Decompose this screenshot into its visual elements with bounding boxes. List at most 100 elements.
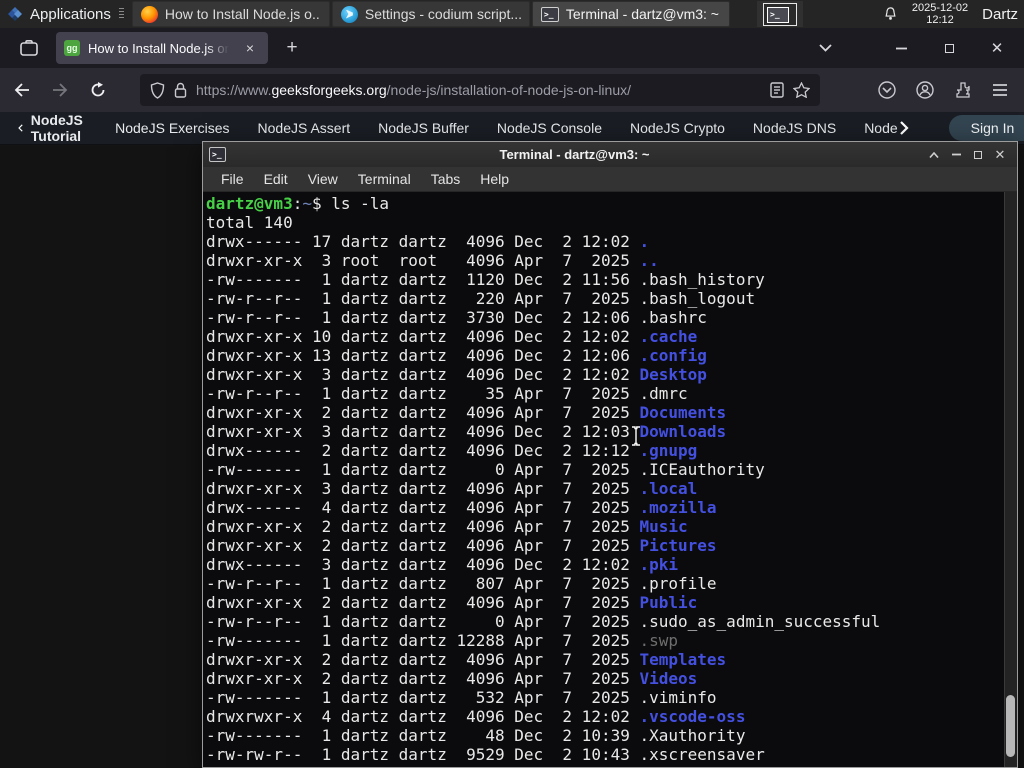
firefox-view-icon[interactable] <box>14 33 44 63</box>
terminal-menu-file[interactable]: File <box>211 169 254 189</box>
terminal-text: dartz@vm3:~$ ls -la total 140 drwx------ 1… <box>206 194 1003 764</box>
file-name: Documents <box>639 403 727 422</box>
mouse-cursor-ibeam <box>632 426 640 446</box>
terminal-menu-help[interactable]: Help <box>470 169 519 189</box>
panel-user-label[interactable]: Dartz <box>982 6 1020 23</box>
file-name: .. <box>639 251 659 270</box>
tab-title: How to Install Node.js on <box>88 40 232 56</box>
list-tabs-chevron-icon[interactable] <box>814 37 836 59</box>
nav-item-6[interactable]: NodeJS DNS <box>753 120 836 136</box>
terminal-output-line: drwx------ 17 dartz dartz 4096 Dec 2 12:… <box>206 232 650 251</box>
reader-mode-icon[interactable] <box>770 82 784 98</box>
browser-minimize-button[interactable] <box>890 37 912 59</box>
window-button-label: Settings - codium script... <box>364 6 521 22</box>
window-button-label: Terminal - dartz@vm3: ~ <box>565 6 719 22</box>
extensions-puzzle-icon[interactable] <box>954 81 972 99</box>
file-name: .bash_logout <box>639 289 756 308</box>
account-icon[interactable] <box>916 81 934 99</box>
file-name: .ICEauthority <box>639 460 765 479</box>
terminal-output-line: -rw------- 1 dartz dartz 532 Apr 7 2025 … <box>206 688 717 707</box>
terminal-output-line: -rw------- 1 dartz dartz 12288 Apr 7 202… <box>206 631 679 650</box>
file-name: .dmrc <box>639 384 688 403</box>
panel-clock[interactable]: 2025-12-02 12:12 <box>912 2 968 26</box>
panel-window-buttons: How to Install Node.js o... Settings - co… <box>130 1 730 27</box>
browser-tab[interactable]: gg How to Install Node.js on × <box>56 32 268 64</box>
terminal-menu-tabs[interactable]: Tabs <box>421 169 471 189</box>
nav-item-cut[interactable]: Node <box>864 120 909 136</box>
site-nav-items: NodeJS Exercises NodeJS Assert NodeJS Buff… <box>87 120 836 136</box>
browser-maximize-button[interactable] <box>938 37 960 59</box>
file-name: Pictures <box>639 536 717 555</box>
nav-item-4[interactable]: NodeJS Console <box>497 120 602 136</box>
panel-right-area: 2025-12-02 12:12 Dartz <box>883 2 1024 26</box>
hamburger-menu-icon[interactable] <box>992 83 1008 97</box>
terminal-output-line: -rw-r--r-- 1 dartz dartz 3730 Dec 2 12:0… <box>206 308 707 327</box>
file-name: .pki <box>639 555 679 574</box>
terminal-output-line: drwxr-xr-x 3 root root 4096 Apr 7 2025 .… <box>206 251 659 270</box>
terminal-maximize-button[interactable] <box>967 145 989 165</box>
terminal-window-icon: >_ <box>209 147 226 162</box>
terminal-output-line: drwxr-xr-x 3 dartz dartz 4096 Dec 2 12:0… <box>206 365 707 384</box>
tab-close-icon[interactable]: × <box>240 38 260 58</box>
terminal-output-line: -rw------- 1 dartz dartz 48 Dec 2 10:39 … <box>206 726 746 745</box>
panel-grip <box>118 8 124 20</box>
terminal-output-line: -rw-r--r-- 1 dartz dartz 807 Apr 7 2025 … <box>206 574 717 593</box>
nav-cut-label: Node <box>864 120 898 136</box>
terminal-output-line: drwxr-xr-x 2 dartz dartz 4096 Apr 7 2025… <box>206 536 717 555</box>
file-name: .local <box>639 479 698 498</box>
terminal-output-line: -rw------- 1 dartz dartz 1120 Dec 2 11:5… <box>206 270 765 289</box>
browser-tab-bar: gg How to Install Node.js on × + ✕ <box>0 28 1024 68</box>
file-name: .mozilla <box>639 498 717 517</box>
terminal-output-line: drwxr-xr-x 2 dartz dartz 4096 Apr 7 2025… <box>206 403 727 422</box>
window-button-label: How to Install Node.js o... <box>164 6 321 22</box>
firefox-icon <box>140 5 158 23</box>
terminal-menu-view[interactable]: View <box>298 169 348 189</box>
applications-menu-button[interactable]: Applications <box>0 0 130 28</box>
browser-close-button[interactable]: ✕ <box>986 37 1008 59</box>
terminal-output-line: drwx------ 4 dartz dartz 4096 Apr 7 2025… <box>206 498 717 517</box>
tracking-shield-icon[interactable] <box>150 81 165 99</box>
terminal-shade-button[interactable] <box>923 145 945 165</box>
new-tab-button[interactable]: + <box>278 34 306 62</box>
nav-item-5[interactable]: NodeJS Crypto <box>630 120 725 136</box>
terminal-output-line: drwxr-xr-x 2 dartz dartz 4096 Apr 7 2025… <box>206 593 698 612</box>
lock-icon[interactable] <box>174 82 187 98</box>
terminal-output-line: drwxr-xr-x 13 dartz dartz 4096 Dec 2 12:… <box>206 346 707 365</box>
terminal-close-button[interactable]: ✕ <box>989 145 1011 165</box>
tray-terminal-icon[interactable]: >_ <box>757 1 803 27</box>
pocket-icon[interactable] <box>878 81 896 99</box>
sign-in-button[interactable]: Sign In <box>948 115 1024 141</box>
url-text[interactable]: https://www.geeksforgeeks.org/node-js/in… <box>196 82 761 98</box>
terminal-output-line: -rw-rw-r-- 1 dartz dartz 9529 Dec 2 10:4… <box>206 745 765 764</box>
nav-item-3[interactable]: NodeJS Buffer <box>378 120 469 136</box>
notification-bell-icon[interactable] <box>883 6 898 22</box>
tabbar-right-controls: ✕ <box>814 37 1024 59</box>
reload-button[interactable] <box>82 74 114 106</box>
prompt-colon: : <box>292 194 303 213</box>
terminal-menu-edit[interactable]: Edit <box>254 169 298 189</box>
url-bar[interactable]: https://www.geeksforgeeks.org/node-js/in… <box>140 74 820 106</box>
terminal-content[interactable]: dartz@vm3:~$ ls -la total 140 drwx------ 1… <box>203 192 1017 767</box>
file-name: .profile <box>639 574 717 593</box>
terminal-output-line: -rw-r--r-- 1 dartz dartz 0 Apr 7 2025 .s… <box>206 612 881 631</box>
bookmark-star-icon[interactable] <box>793 82 810 98</box>
nav-back-item[interactable]: NodeJS Tutorial <box>18 112 87 144</box>
file-name: .sudo_as_admin_successful <box>639 612 881 631</box>
terminal-menubar: File Edit View Terminal Tabs Help <box>203 167 1017 192</box>
terminal-scrollbar-thumb[interactable] <box>1006 695 1015 757</box>
file-name: .viminfo <box>639 688 717 707</box>
back-button[interactable] <box>6 74 38 106</box>
window-button-terminal[interactable]: >_ Terminal - dartz@vm3: ~ <box>531 1 730 27</box>
forward-button[interactable] <box>44 74 76 106</box>
terminal-titlebar[interactable]: >_ Terminal - dartz@vm3: ~ ✕ <box>203 142 1017 167</box>
geeksforgeeks-favicon: gg <box>64 40 80 56</box>
terminal-scrollbar[interactable] <box>1004 192 1017 767</box>
window-button-codium[interactable]: Settings - codium script... <box>331 1 530 27</box>
terminal-menu-terminal[interactable]: Terminal <box>348 169 421 189</box>
window-button-firefox[interactable]: How to Install Node.js o... <box>131 1 330 27</box>
prompt-command: $ ls -la <box>311 194 390 213</box>
nav-item-2[interactable]: NodeJS Assert <box>258 120 351 136</box>
terminal-minimize-button[interactable] <box>945 145 967 165</box>
nav-item-1[interactable]: NodeJS Exercises <box>115 120 229 136</box>
nav-back-label: NodeJS Tutorial <box>30 112 83 144</box>
